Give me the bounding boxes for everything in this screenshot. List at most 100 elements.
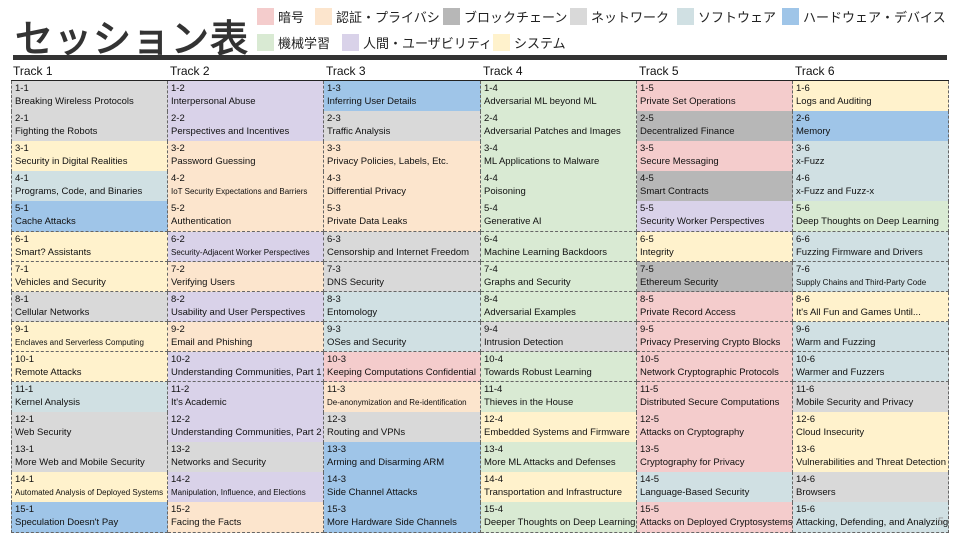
session-code: 8-1 [15, 293, 29, 305]
session-cell: 3-4 ML Applications to Malware [481, 141, 637, 172]
session-cell: 3-1 Security in Digital Realities [11, 141, 168, 172]
track-header: Track 6 [795, 64, 835, 78]
session-cell: 8-6 It's All Fun and Games Until... [793, 291, 949, 323]
session-cell: 7-3 DNS Security [324, 261, 481, 293]
session-cell: 11-6 Mobile Security and Privacy [793, 382, 949, 413]
session-code: 1-6 [796, 83, 810, 94]
session-name: Email and Phishing [171, 336, 253, 348]
session-name: Warmer and Fuzzers [796, 366, 885, 378]
session-name: Arming and Disarming ARM [327, 457, 445, 469]
session-code: 4-2 [171, 173, 185, 185]
session-code: 10-4 [484, 353, 504, 365]
session-name: Privacy Preserving Crypto Blocks [640, 336, 781, 348]
session-cell: 2-4 Adversarial Patches and Images [481, 111, 637, 142]
session-cell: 7-6 Supply Chains and Third-Party Code [793, 261, 949, 293]
session-code: 15-6 [796, 504, 816, 516]
session-cell: 4-4 Poisoning [481, 171, 637, 202]
session-code: 7-5 [640, 263, 654, 275]
session-cell: 9-2 Email and Phishing [168, 321, 324, 353]
page-number: 5 [937, 516, 944, 528]
legend-swatch [257, 33, 274, 51]
session-code: 7-6 [796, 263, 810, 275]
title-divider [13, 55, 947, 60]
session-name: Adversarial Patches and Images [484, 126, 621, 138]
session-cell: 14-5 Language-Based Security [637, 472, 793, 503]
session-name: It's All Fun and Games Until... [796, 306, 921, 318]
session-name: Private Set Operations [640, 96, 736, 107]
session-cell: 3-5 Secure Messaging [637, 141, 793, 172]
session-code: 14-3 [327, 474, 347, 486]
session-code: 10-2 [171, 353, 191, 365]
session-cell: 12-4 Embedded Systems and Firmware [481, 412, 637, 443]
session-cell: 14-4 Transportation and Infrastructure [481, 472, 637, 503]
session-cell: 6-4 Machine Learning Backdoors [481, 231, 637, 263]
legend-label: 人間・ユーザビリティ [363, 36, 492, 52]
legend-label: ネットワーク [591, 10, 670, 26]
legend-label: ソフトウェア [698, 10, 777, 26]
session-code: 9-3 [327, 323, 341, 335]
session-name: Smart Contracts [640, 186, 709, 198]
session-cell: 7-1 Vehicles and Security [11, 261, 168, 293]
session-name: Interpersonal Abuse [171, 96, 256, 107]
session-code: 13-1 [15, 444, 35, 456]
session-name: Vehicles and Security [15, 276, 106, 288]
session-code: 3-2 [171, 143, 185, 155]
session-code: 13-3 [327, 444, 347, 456]
session-cell: 3-2 Password Guessing [168, 141, 324, 172]
session-cell: 6-5 Integrity [637, 231, 793, 263]
session-name: It's Academic [171, 397, 227, 408]
session-name: Towards Robust Learning [484, 366, 592, 378]
session-code: 5-2 [171, 203, 185, 215]
session-code: 2-1 [15, 113, 29, 125]
legend-swatch [315, 7, 332, 25]
session-code: 8-6 [796, 293, 810, 305]
session-cell: 12-1 Web Security [11, 412, 168, 443]
legend-item: ネットワーク [570, 6, 669, 26]
session-code: 4-3 [327, 173, 341, 185]
session-code: 15-2 [171, 504, 191, 516]
session-code: 1-3 [327, 83, 341, 94]
session-cell: 10-6 Warmer and Fuzzers [793, 351, 949, 383]
session-name: Entomology [327, 306, 378, 318]
session-cell: 11-2 It's Academic [168, 382, 324, 413]
session-cell: 12-5 Attacks on Cryptography [637, 412, 793, 443]
session-cell: 2-2 Perspectives and Incentives [168, 111, 324, 142]
legend-swatch [782, 7, 799, 25]
session-name: Usability and User Perspectives [171, 306, 306, 318]
session-code: 14-4 [484, 474, 504, 486]
session-code: 6-3 [327, 233, 341, 245]
session-name: Attacks on Cryptography [640, 427, 745, 439]
legend-item: 認証・プライバシ [315, 6, 440, 26]
session-name: Adversarial Examples [484, 306, 576, 318]
session-code: 4-5 [640, 173, 654, 185]
session-code: 12-3 [327, 414, 347, 426]
session-name: Thieves in the House [484, 397, 574, 408]
session-cell: 13-5 Cryptography for Privacy [637, 442, 793, 473]
session-name: Cache Attacks [15, 216, 76, 228]
session-name: Verifying Users [171, 276, 235, 288]
session-name: Distributed Secure Computations [640, 397, 780, 408]
session-name: Secure Messaging [640, 156, 719, 168]
session-name: Network Cryptographic Protocols [640, 366, 779, 378]
session-name: Decentralized Finance [640, 126, 735, 138]
session-code: 2-6 [796, 113, 810, 125]
session-name: Password Guessing [171, 156, 256, 168]
session-cell: 9-3 OSes and Security [324, 321, 481, 353]
session-name: Embedded Systems and Firmware [484, 427, 630, 439]
session-cell: 5-4 Generative AI [481, 201, 637, 232]
session-name: Speculation Doesn't Pay [15, 517, 119, 529]
session-code: 5-6 [796, 203, 810, 215]
session-code: 6-6 [796, 233, 810, 245]
session-code: 4-4 [484, 173, 498, 185]
session-cell: 4-3 Differential Privacy [324, 171, 481, 202]
session-code: 15-5 [640, 504, 660, 516]
session-code: 13-4 [484, 444, 504, 456]
session-name: Poisoning [484, 186, 526, 198]
legend-item: ソフトウェア [677, 6, 776, 26]
session-cell: 6-3 Censorship and Internet Freedom [324, 231, 481, 263]
legend-item: 暗号 [257, 6, 304, 26]
legend-swatch [443, 7, 460, 25]
session-code: 14-1 [15, 474, 35, 486]
session-cell: 4-6 x-Fuzz and Fuzz-x [793, 171, 949, 202]
legend-swatch [570, 7, 587, 25]
